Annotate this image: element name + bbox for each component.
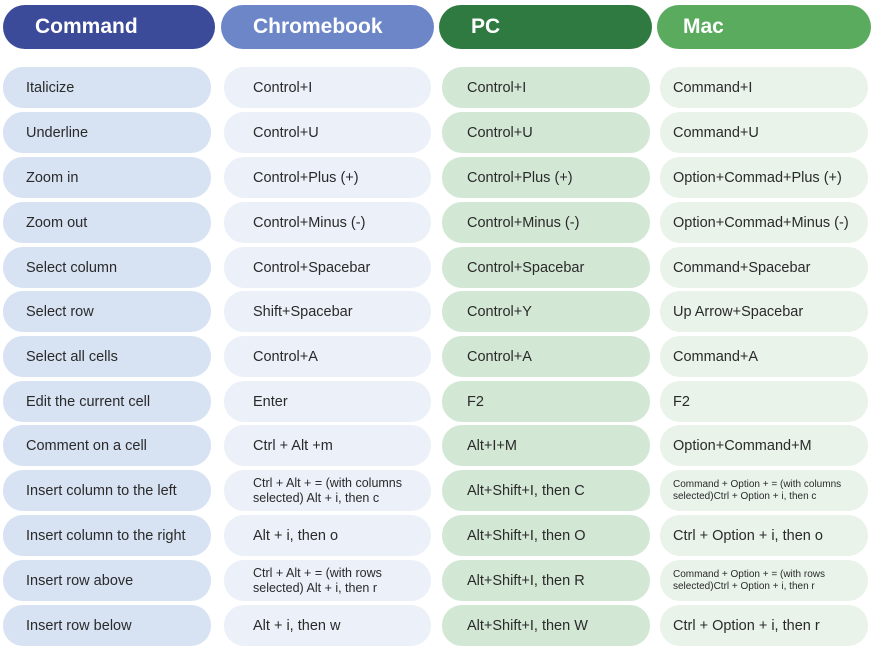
pc-cell: Alt+Shift+I, then C (442, 470, 650, 511)
table-row: Zoom in Control+Plus (+) Control+Plus (+… (0, 157, 874, 198)
table-row: Select column Control+Spacebar Control+S… (0, 247, 874, 288)
table-row: Insert row above Ctrl + Alt + = (with ro… (0, 560, 874, 601)
chromebook-cell: Ctrl + Alt + = (with rows selected) Alt … (224, 560, 431, 601)
command-cell: Underline (3, 112, 211, 153)
chromebook-cell: Control+I (224, 67, 431, 108)
mac-cell: Command + Option + = (with rows selected… (660, 560, 868, 601)
mac-cell: Command+I (660, 67, 868, 108)
command-cell: Zoom in (3, 157, 211, 198)
pc-cell: Control+Y (442, 291, 650, 332)
table-row: Italicize Control+I Control+I Command+I (0, 67, 874, 108)
chromebook-cell: Ctrl + Alt + = (with columns selected) A… (224, 470, 431, 511)
command-cell: Insert column to the right (3, 515, 211, 556)
table-row: Zoom out Control+Minus (-) Control+Minus… (0, 202, 874, 243)
pc-cell: Alt+Shift+I, then R (442, 560, 650, 601)
mac-cell: Ctrl + Option + i, then o (660, 515, 868, 556)
command-cell: Comment on a cell (3, 425, 211, 466)
command-cell: Select all cells (3, 336, 211, 377)
command-cell: Select column (3, 247, 211, 288)
mac-cell: Option+Commad+Minus (-) (660, 202, 868, 243)
table-row: Insert row below Alt + i, then w Alt+Shi… (0, 605, 874, 646)
pc-cell: F2 (442, 381, 650, 422)
mac-cell: Command+U (660, 112, 868, 153)
pc-cell: Alt+Shift+I, then O (442, 515, 650, 556)
chromebook-cell: Alt + i, then w (224, 605, 431, 646)
command-cell: Edit the current cell (3, 381, 211, 422)
header-command: Command (3, 5, 215, 49)
chromebook-cell: Control+Spacebar (224, 247, 431, 288)
chromebook-cell: Shift+Spacebar (224, 291, 431, 332)
mac-cell: Up Arrow+Spacebar (660, 291, 868, 332)
mac-cell: Ctrl + Option + i, then r (660, 605, 868, 646)
mac-cell: Option+Command+M (660, 425, 868, 466)
pc-cell: Alt+Shift+I, then W (442, 605, 650, 646)
pc-cell: Control+Minus (-) (442, 202, 650, 243)
chromebook-cell: Control+Plus (+) (224, 157, 431, 198)
command-cell: Italicize (3, 67, 211, 108)
header-mac: Mac (657, 5, 871, 49)
chromebook-cell: Alt + i, then o (224, 515, 431, 556)
pc-cell: Control+A (442, 336, 650, 377)
pc-cell: Control+Spacebar (442, 247, 650, 288)
header-chromebook: Chromebook (221, 5, 434, 49)
chromebook-cell: Control+A (224, 336, 431, 377)
command-cell: Insert row above (3, 560, 211, 601)
chromebook-cell: Control+U (224, 112, 431, 153)
chromebook-cell: Control+Minus (-) (224, 202, 431, 243)
table-row: Edit the current cell Enter F2 F2 (0, 381, 874, 422)
table-row: Underline Control+U Control+U Command+U (0, 112, 874, 153)
mac-cell: Option+Commad+Plus (+) (660, 157, 868, 198)
command-cell: Select row (3, 291, 211, 332)
chromebook-cell: Enter (224, 381, 431, 422)
command-cell: Insert row below (3, 605, 211, 646)
chromebook-cell: Ctrl + Alt +m (224, 425, 431, 466)
mac-cell: Command + Option + = (with columns selec… (660, 470, 868, 511)
pc-cell: Control+Plus (+) (442, 157, 650, 198)
table-row: Comment on a cell Ctrl + Alt +m Alt+I+M … (0, 425, 874, 466)
pc-cell: Control+U (442, 112, 650, 153)
mac-cell: F2 (660, 381, 868, 422)
command-cell: Zoom out (3, 202, 211, 243)
table-row: Select row Shift+Spacebar Control+Y Up A… (0, 291, 874, 332)
mac-cell: Command+A (660, 336, 868, 377)
command-cell: Insert column to the left (3, 470, 211, 511)
mac-cell: Command+Spacebar (660, 247, 868, 288)
table-row: Select all cells Control+A Control+A Com… (0, 336, 874, 377)
pc-cell: Alt+I+M (442, 425, 650, 466)
table-row: Insert column to the right Alt + i, then… (0, 515, 874, 556)
header-pc: PC (439, 5, 652, 49)
pc-cell: Control+I (442, 67, 650, 108)
table-row: Insert column to the left Ctrl + Alt + =… (0, 470, 874, 511)
